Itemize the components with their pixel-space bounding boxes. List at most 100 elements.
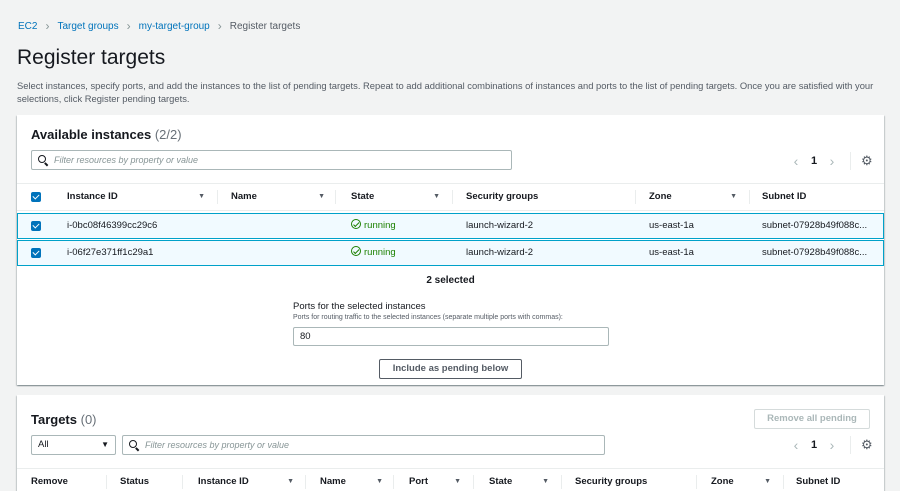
sort-down-icon[interactable]: ▼ — [764, 469, 771, 491]
row-state: running — [351, 214, 396, 238]
column-status[interactable]: Status — [120, 469, 183, 491]
ports-input[interactable] — [293, 327, 609, 346]
column-divider — [561, 475, 562, 489]
sort-down-icon[interactable]: ▼ — [287, 469, 294, 491]
targets-page-number[interactable]: 1 — [804, 439, 824, 451]
available-pagination: ‹ 1 › ⚙ — [788, 152, 873, 170]
row-security-group: launch-wizard-2 — [466, 247, 534, 258]
available-search-input[interactable]: Filter resources by property or value — [31, 150, 512, 170]
column-name-label: Name — [320, 476, 346, 487]
column-divider — [305, 475, 306, 489]
caret-down-icon: ▼ — [101, 440, 109, 449]
sort-down-icon[interactable]: ▼ — [376, 469, 383, 491]
page-title: Register targets — [17, 46, 166, 69]
targets-search-placeholder: Filter resources by property or value — [145, 440, 290, 450]
column-divider — [182, 475, 183, 489]
column-state[interactable]: State ▼ — [351, 184, 453, 210]
chevron-right-icon[interactable]: › — [824, 153, 840, 169]
breadcrumb-target-groups[interactable]: Target groups — [57, 21, 118, 32]
column-state-label: State — [351, 191, 375, 202]
targets-count: (0) — [80, 412, 97, 427]
column-divider — [635, 190, 636, 204]
column-state-label: State — [489, 476, 513, 487]
column-subnet-id-label: Subnet ID — [762, 191, 807, 202]
include-as-pending-button[interactable]: Include as pending below — [379, 359, 522, 379]
row-state-label: running — [364, 220, 396, 231]
row-zone: us-east-1a — [649, 220, 694, 231]
check-circle-icon — [351, 246, 361, 256]
column-divider — [393, 475, 394, 489]
targets-table-header: Remove Status Instance ID ▼ Name ▼ Port … — [17, 468, 884, 491]
column-remove-label: Remove — [31, 476, 68, 487]
gear-icon[interactable]: ⚙ — [861, 437, 873, 453]
column-divider — [783, 475, 784, 489]
row-subnet: subnet-07928b49f088c... — [762, 247, 868, 258]
available-instances-title: Available instances — [31, 127, 152, 142]
column-instance-id-label: Instance ID — [67, 191, 118, 202]
targets-filter-value: All — [38, 439, 49, 450]
column-name[interactable]: Name ▼ — [320, 469, 394, 491]
breadcrumb-my-target-group[interactable]: my-target-group — [139, 21, 210, 32]
table-row[interactable]: i-0bc08f46399cc29c6 running launch-wizar… — [17, 213, 884, 239]
sort-down-icon[interactable]: ▼ — [454, 469, 461, 491]
sort-down-icon[interactable]: ▼ — [433, 184, 440, 210]
row-checkbox[interactable] — [31, 221, 41, 231]
column-zone[interactable]: Zone ▼ — [649, 184, 750, 210]
column-instance-id-label: Instance ID — [198, 476, 249, 487]
search-icon — [38, 154, 49, 166]
column-divider — [217, 190, 218, 204]
targets-pagination: ‹ 1 › ⚙ — [788, 436, 873, 454]
ports-hint: Ports for routing traffic to the selecte… — [293, 314, 563, 321]
ports-label: Ports for the selected instances — [293, 301, 426, 312]
row-zone: us-east-1a — [649, 247, 694, 258]
breadcrumb-ec2[interactable]: EC2 — [18, 21, 37, 32]
column-status-label: Status — [120, 476, 150, 487]
column-security-groups[interactable]: Security groups — [466, 184, 636, 210]
chevron-left-icon[interactable]: ‹ — [788, 437, 804, 453]
column-security-groups[interactable]: Security groups — [575, 469, 697, 491]
row-security-group: launch-wizard-2 — [466, 220, 534, 231]
column-divider — [749, 190, 750, 204]
available-instances-count: (2/2) — [154, 127, 182, 142]
targets-search-input[interactable]: Filter resources by property or value — [122, 435, 605, 455]
chevron-right-icon: › — [217, 19, 222, 33]
column-port-label: Port — [409, 476, 428, 487]
pager-divider — [850, 436, 851, 454]
breadcrumb: EC2 › Target groups › my-target-group › … — [18, 19, 300, 33]
select-all-checkbox[interactable] — [31, 192, 41, 202]
pager-divider — [850, 152, 851, 170]
row-checkbox[interactable] — [31, 248, 41, 258]
column-name[interactable]: Name ▼ — [231, 184, 336, 210]
column-port[interactable]: Port ▼ — [409, 469, 474, 491]
column-divider — [106, 475, 107, 489]
column-state[interactable]: State ▼ — [489, 469, 562, 491]
column-instance-id[interactable]: Instance ID ▼ — [67, 184, 218, 210]
search-icon — [129, 439, 140, 451]
row-instance-id: i-0bc08f46399cc29c6 — [67, 220, 158, 231]
column-security-groups-label: Security groups — [575, 476, 648, 487]
gear-icon[interactable]: ⚙ — [861, 153, 873, 169]
sort-down-icon[interactable]: ▼ — [198, 184, 205, 210]
column-subnet-id-label: Subnet ID — [796, 476, 841, 487]
targets-title: Targets — [31, 412, 77, 427]
sort-down-icon[interactable]: ▼ — [318, 184, 325, 210]
column-divider — [473, 475, 474, 489]
column-divider — [696, 475, 697, 489]
table-row[interactable]: i-06f27e371ff1c29a1 running launch-wizar… — [17, 240, 884, 266]
remove-all-pending-button[interactable]: Remove all pending — [754, 409, 870, 429]
targets-filter-select[interactable]: All ▼ — [31, 435, 116, 455]
column-instance-id[interactable]: Instance ID ▼ — [198, 469, 306, 491]
column-zone[interactable]: Zone ▼ — [711, 469, 784, 491]
column-security-groups-label: Security groups — [466, 191, 539, 202]
available-page-number[interactable]: 1 — [804, 155, 824, 167]
row-instance-id: i-06f27e371ff1c29a1 — [67, 247, 154, 258]
column-subnet-id[interactable]: Subnet ID — [762, 184, 872, 210]
available-table-header: Instance ID ▼ Name ▼ State ▼ Security gr… — [17, 183, 884, 211]
column-subnet-id[interactable]: Subnet ID — [796, 469, 876, 491]
sort-down-icon[interactable]: ▼ — [730, 184, 737, 210]
sort-down-icon[interactable]: ▼ — [542, 469, 549, 491]
breadcrumb-current: Register targets — [229, 20, 301, 32]
chevron-right-icon[interactable]: › — [824, 437, 840, 453]
chevron-left-icon[interactable]: ‹ — [788, 153, 804, 169]
targets-header: Targets (0) — [31, 412, 97, 427]
